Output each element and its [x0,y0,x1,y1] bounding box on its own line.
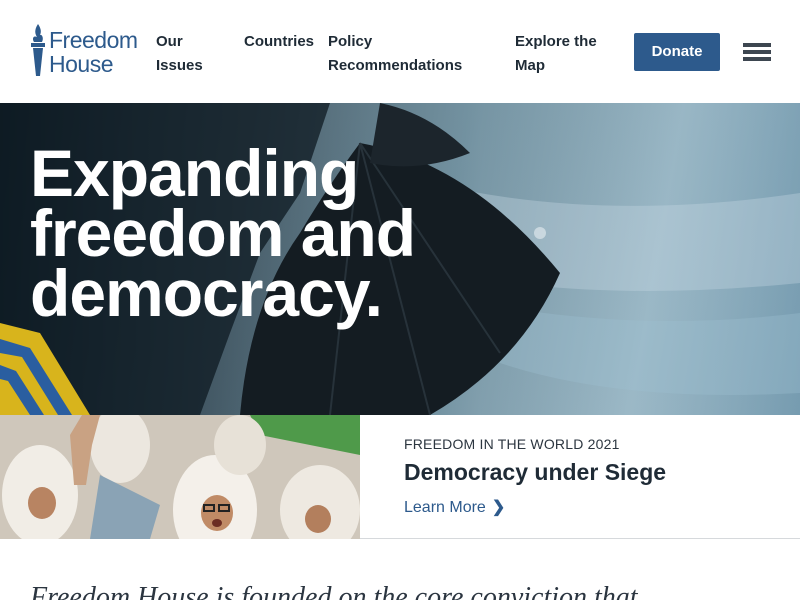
hero-headline-line: democracy. [30,256,383,330]
hero-headline-line: freedom and [30,196,416,270]
nav-explore-the-map[interactable]: Explore the Map [515,30,615,78]
nav-label: Issues [156,57,203,74]
logo-line-house: House [49,51,113,77]
hamburger-menu-icon[interactable] [743,43,771,61]
nav-countries[interactable]: Countries [244,30,314,54]
torch-icon [31,24,45,76]
nav-label: Our [156,33,183,50]
feature-title[interactable]: Democracy under Siege [404,459,666,486]
learn-more-label: Learn More [404,499,486,516]
hero-headline: Expanding freedom and democracy. [30,136,510,330]
nav-label: Map [515,57,545,74]
logo-line-freedom: Freedom [49,27,138,53]
feature-photo-protesters[interactable] [0,415,360,539]
protest-photo [0,415,360,539]
learn-more-link[interactable]: Learn More ❯ [404,497,505,517]
nav-label: Recommendations [328,57,463,74]
feature-card: FREEDOM IN THE WORLD 2021 Democracy unde… [360,415,800,539]
hero-headline-line: Expanding [30,136,359,210]
feature-eyebrow: FREEDOM IN THE WORLD 2021 [404,436,620,452]
donate-button[interactable]: Donate [634,33,720,71]
hero-banner: Expanding freedom and democracy. [0,103,800,415]
chevron-right-icon: ❯ [491,499,506,516]
nav-label: Countries [244,33,315,50]
intro-statement: Freedom House is founded on the core con… [30,582,638,600]
nav-label: Explore the [515,33,597,50]
nav-policy-recommendations[interactable]: Policy Recommendations [328,30,478,78]
site-header: Freedom House Our Issues Countries Polic… [0,0,800,103]
nav-our-issues[interactable]: Our Issues [156,30,216,78]
logo-wordmark: Freedom House [49,28,138,76]
freedom-house-logo[interactable]: Freedom House [30,24,150,78]
nav-label: Policy [328,33,373,50]
